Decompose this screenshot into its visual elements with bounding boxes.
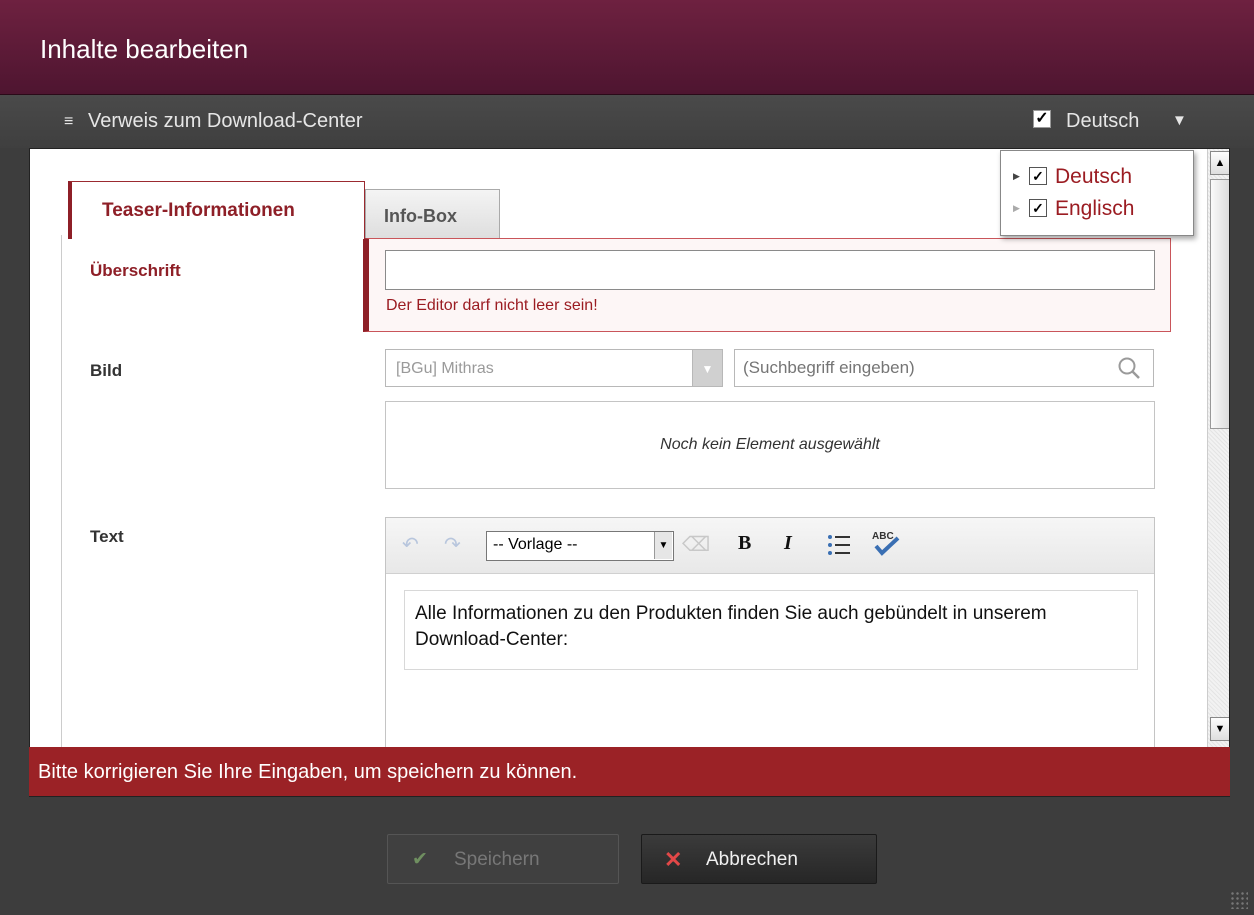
headline-label: Überschrift bbox=[90, 261, 181, 280]
language-option-label: Englisch bbox=[1055, 197, 1135, 220]
text-label: Text bbox=[90, 527, 124, 546]
item-title: Verweis zum Download-Center bbox=[88, 110, 363, 132]
language-selector-label[interactable]: Deutsch bbox=[1066, 110, 1139, 133]
svg-text:ABC: ABC bbox=[872, 531, 894, 542]
save-button[interactable]: ✔ Speichern bbox=[387, 834, 619, 884]
tab-teaser-informationen[interactable]: Teaser-Informationen bbox=[68, 181, 365, 239]
close-icon: ✕ bbox=[664, 847, 683, 872]
dialog-title: Inhalte bearbeiten bbox=[40, 34, 249, 64]
edit-content-dialog: Inhalte bearbeiten ≡ Verweis zum Downloa… bbox=[0, 0, 1254, 915]
eraser-icon[interactable]: ⌫ bbox=[682, 532, 710, 557]
language-dropdown: ▶ ✓ Deutsch ▶ ✓ Englisch bbox=[1000, 150, 1194, 236]
style-template-select[interactable]: -- Vorlage -- bbox=[486, 531, 674, 561]
caret-down-icon[interactable]: ▼ bbox=[1172, 112, 1187, 129]
redo-icon[interactable]: ↷ bbox=[444, 532, 461, 557]
language-option-label: Deutsch bbox=[1055, 165, 1133, 188]
scroll-down-arrow-icon[interactable]: ▼ bbox=[1210, 717, 1229, 741]
menu-icon[interactable]: ≡ bbox=[64, 113, 73, 131]
item-header-bar: ≡ Verweis zum Download-Center ✓ Deutsch … bbox=[0, 95, 1254, 148]
dialog-titlebar: Inhalte bearbeiten bbox=[0, 0, 1254, 95]
language-checkbox[interactable]: ✓ bbox=[1033, 110, 1051, 128]
resize-grip-icon[interactable] bbox=[1230, 891, 1248, 909]
image-selection-box[interactable]: Noch kein Element ausgewählt bbox=[385, 401, 1155, 489]
headline-input[interactable] bbox=[385, 250, 1155, 290]
tab-info-box[interactable]: Info-Box bbox=[365, 189, 500, 239]
italic-icon[interactable]: I bbox=[784, 532, 792, 555]
undo-icon[interactable]: ↶ bbox=[402, 532, 419, 557]
editor-toolbar: ↶ ↷ -- Vorlage -- ▼ ⌫ B I ABC bbox=[386, 518, 1154, 574]
search-icon[interactable] bbox=[1116, 355, 1142, 381]
headline-error-message: Der Editor darf nicht leer sein! bbox=[386, 297, 598, 314]
form-content-panel: Teaser-Informationen Info-Box Überschrif… bbox=[29, 148, 1230, 797]
expand-arrow-icon[interactable]: ▶ bbox=[1013, 203, 1020, 214]
cancel-button-label: Abbrechen bbox=[706, 849, 798, 870]
checkbox-icon[interactable]: ✓ bbox=[1029, 199, 1047, 217]
image-search-input[interactable] bbox=[734, 349, 1154, 387]
tab-panel-border bbox=[61, 235, 62, 796]
scroll-up-arrow-icon[interactable]: ▲ bbox=[1210, 151, 1229, 175]
validation-error-banner: Bitte korrigieren Sie Ihre Eingaben, um … bbox=[29, 747, 1230, 796]
scroll-thumb[interactable] bbox=[1210, 179, 1229, 429]
bold-icon[interactable]: B bbox=[738, 532, 751, 555]
expand-arrow-icon[interactable]: ▶ bbox=[1013, 171, 1020, 182]
chevron-down-icon[interactable]: ▼ bbox=[692, 349, 723, 387]
dialog-footer: ✔ Speichern ✕ Abbrechen bbox=[0, 797, 1254, 915]
cancel-button[interactable]: ✕ Abbrechen bbox=[641, 834, 877, 884]
image-label: Bild bbox=[90, 361, 123, 380]
check-icon: ✔ bbox=[412, 849, 428, 870]
no-element-selected-text: Noch kein Element ausgewählt bbox=[660, 436, 880, 453]
save-button-label: Speichern bbox=[454, 849, 540, 870]
editor-content[interactable]: Alle Informationen zu den Produkten find… bbox=[404, 590, 1138, 670]
list-icon[interactable] bbox=[826, 532, 852, 558]
vertical-scrollbar[interactable]: ▲ ▼ bbox=[1207, 149, 1229, 796]
image-source-select[interactable]: [BGu] Mithras bbox=[385, 349, 723, 387]
chevron-down-icon[interactable]: ▼ bbox=[654, 532, 672, 559]
checkbox-icon[interactable]: ✓ bbox=[1029, 167, 1047, 185]
spellcheck-icon[interactable]: ABC bbox=[870, 528, 902, 558]
